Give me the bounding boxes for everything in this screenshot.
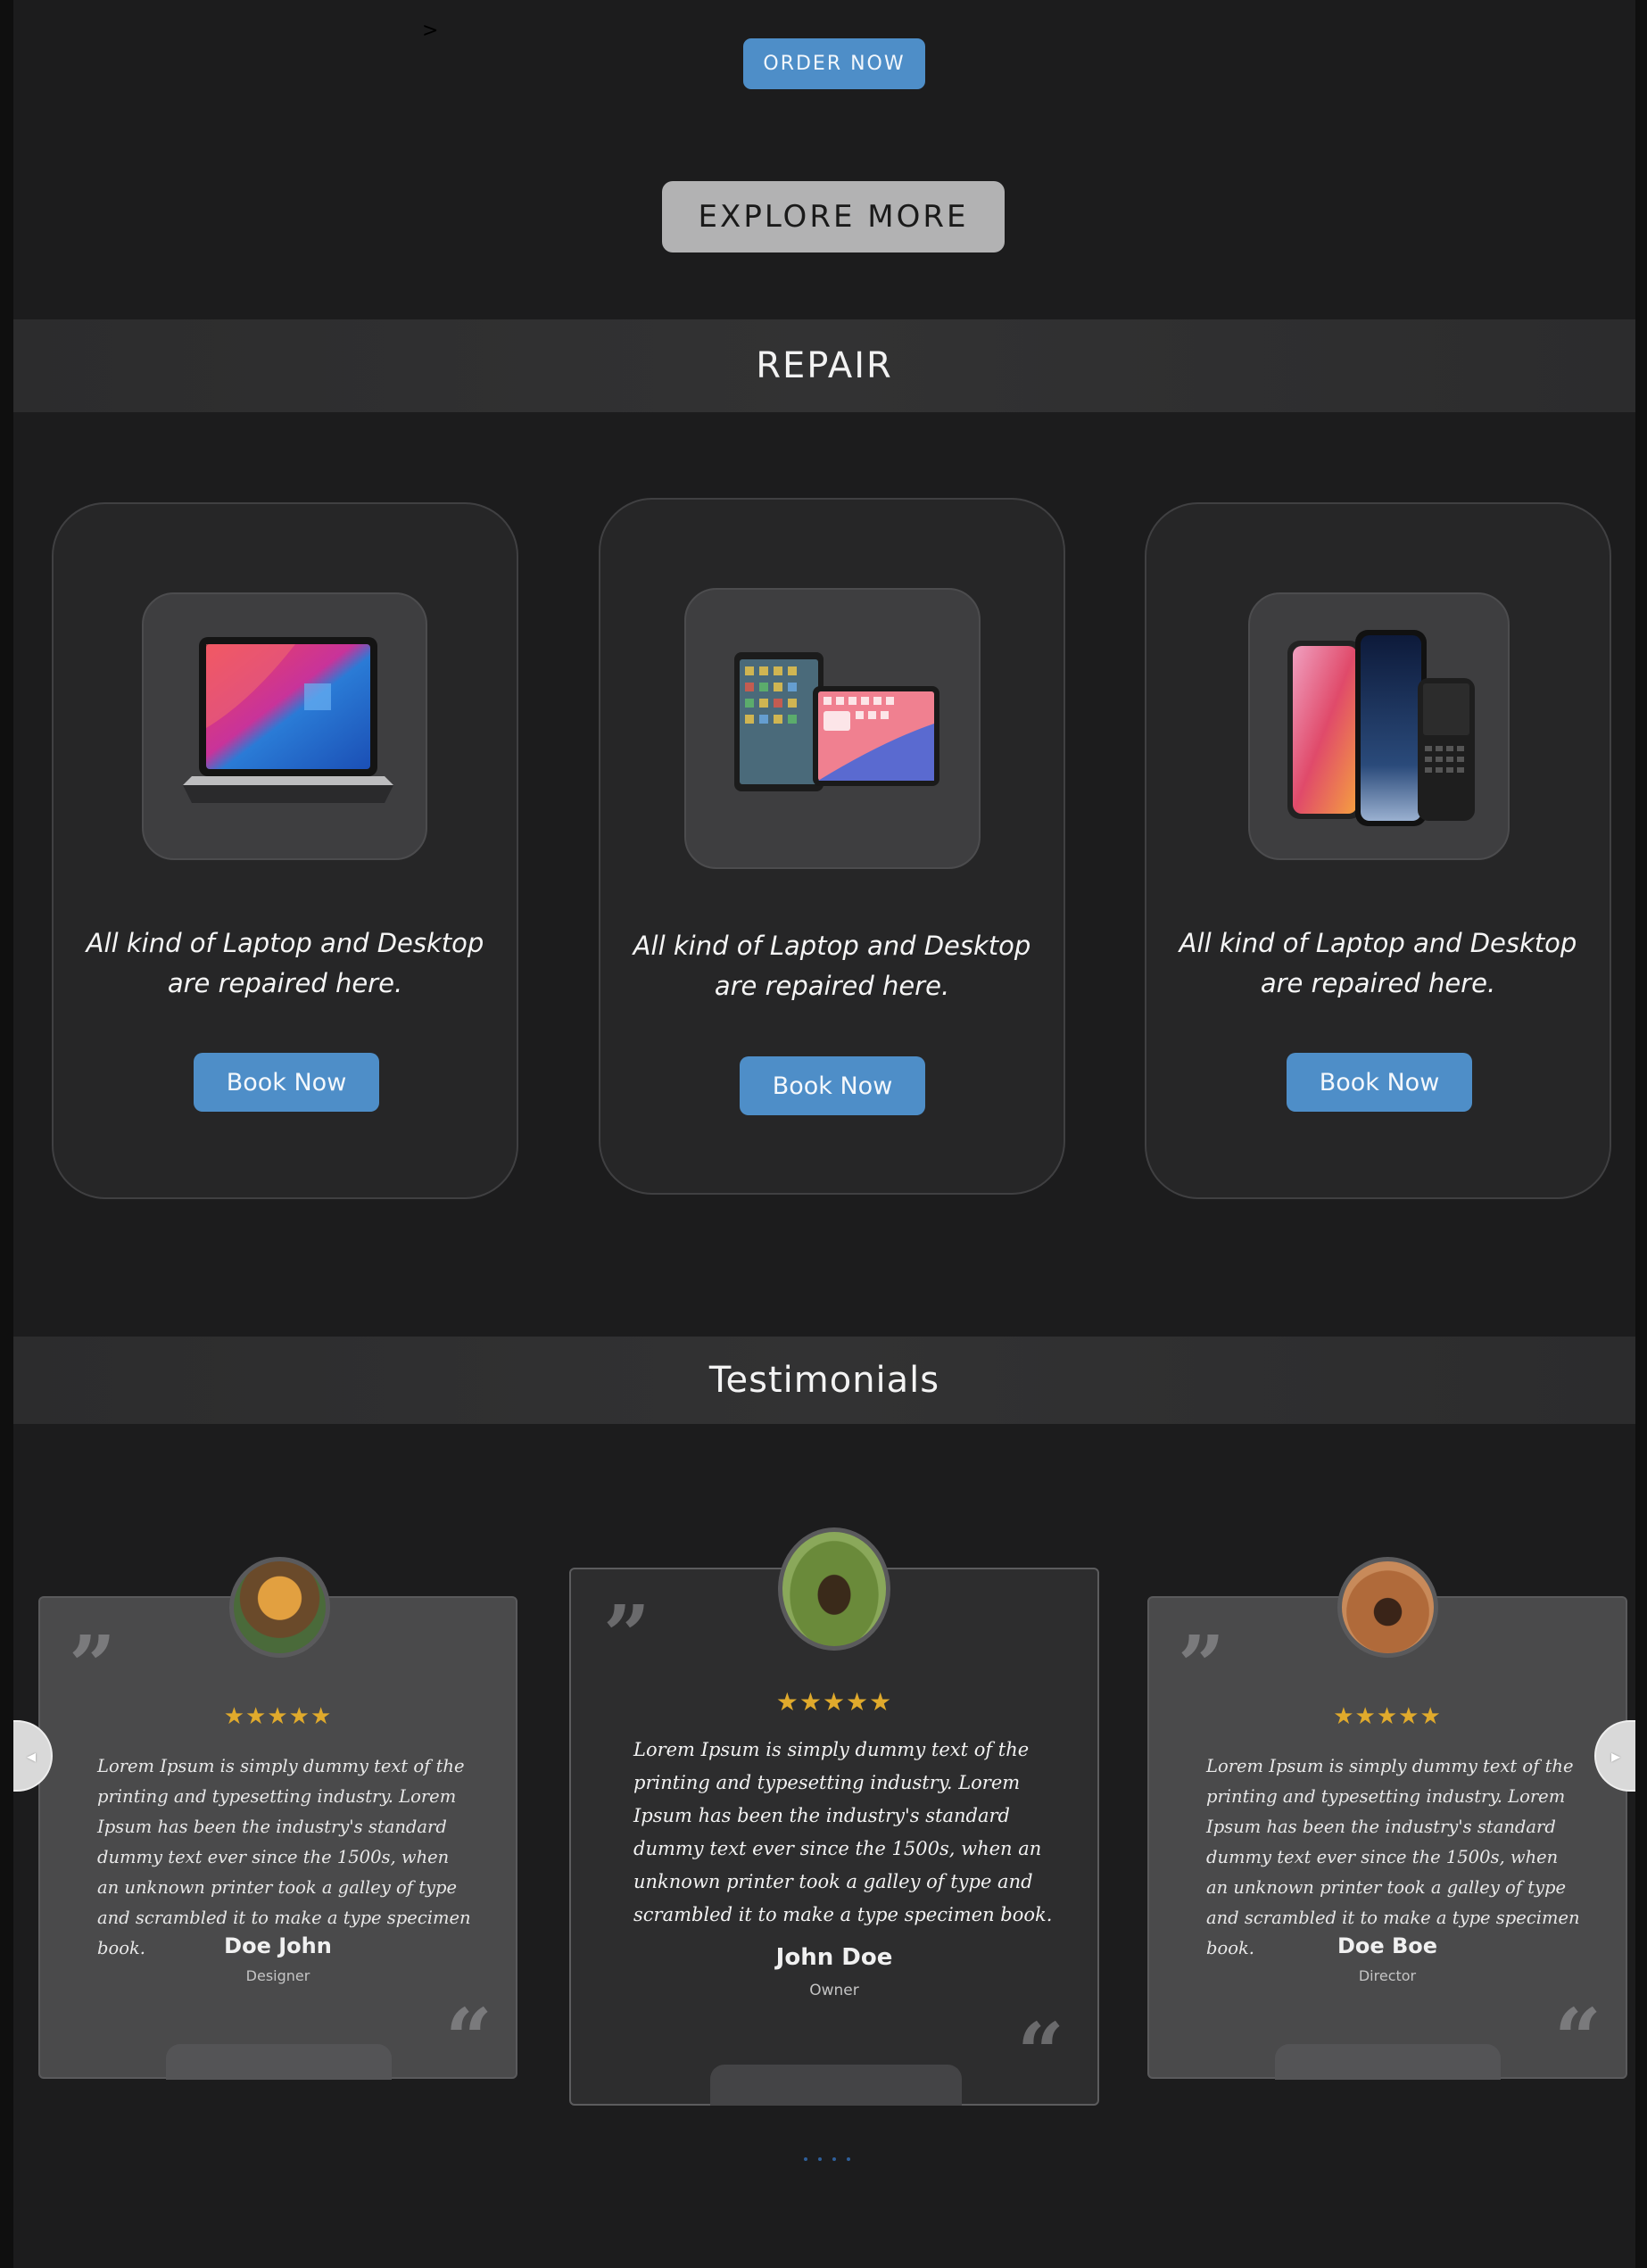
repair-card-description: All kind of Laptop and Desktop are repai…: [1179, 928, 1577, 998]
explore-more-button[interactable]: EXPLORE MORE: [662, 181, 1005, 252]
quote-open-icon: ”: [69, 1618, 116, 1714]
tablet-image: [684, 588, 981, 869]
chevron-left-icon: ◂: [26, 1745, 37, 1767]
card-tab: [1275, 2044, 1501, 2080]
page: > ORDER NOW EXPLORE MORE REPAIR All kind…: [13, 0, 1635, 2268]
card-tab: [710, 2065, 962, 2106]
testimonial-text: Lorem Ipsum is simply dummy text of the …: [633, 1739, 1053, 1925]
repair-card-phones: All kind of Laptop and Desktop are repai…: [1145, 502, 1611, 1199]
order-now-button[interactable]: ORDER NOW: [743, 38, 925, 89]
quote-open-icon: ”: [1178, 1618, 1225, 1714]
chevron-right-icon: ▸: [1610, 1745, 1621, 1767]
testimonial-text: Lorem Ipsum is simply dummy text of the …: [97, 1756, 471, 1958]
testimonials-section-header: Testimonials: [13, 1337, 1635, 1424]
testimonial-card: ” ★★★★★ Lorem Ipsum is simply dummy text…: [38, 1596, 517, 2087]
phones-image: [1248, 592, 1510, 860]
pagination-dot[interactable]: [818, 2157, 822, 2161]
testimonial-name: John Doe: [775, 1944, 893, 1971]
repair-card-description: All kind of Laptop and Desktop are repai…: [633, 931, 1031, 1001]
testimonial-card: ” ★★★★★ Lorem Ipsum is simply dummy text…: [1147, 1596, 1627, 2087]
quote-close-icon: “: [1017, 2005, 1064, 2101]
pagination-dot[interactable]: [804, 2157, 807, 2161]
testimonial-role: Director: [1358, 1967, 1417, 1984]
avatar: [229, 1557, 330, 1658]
carousel-pagination: [804, 2157, 850, 2161]
star-rating: ★★★★★: [223, 1703, 333, 1730]
testimonial-role: Owner: [809, 1982, 859, 1999]
avatar: [778, 1527, 890, 1651]
stray-caret-text: >: [422, 20, 439, 42]
quote-close-icon: “: [1554, 1991, 1601, 2087]
quote-open-icon: ”: [603, 1587, 650, 1684]
book-now-button[interactable]: Book Now: [740, 1056, 925, 1115]
star-rating: ★★★★★: [775, 1687, 893, 1717]
repair-card-tablet: All kind of Laptop and Desktop are repai…: [599, 498, 1065, 1195]
book-now-button[interactable]: Book Now: [194, 1053, 379, 1112]
testimonial-name: Doe John: [224, 1933, 332, 1958]
repair-card-description: All kind of Laptop and Desktop are repai…: [86, 928, 484, 998]
laptop-image: [142, 592, 427, 860]
repair-card-laptop: All kind of Laptop and Desktop are repai…: [52, 502, 518, 1199]
repair-section-title: REPAIR: [756, 345, 893, 386]
testimonial-role: Designer: [245, 1967, 310, 1984]
pagination-dot[interactable]: [832, 2157, 836, 2161]
star-rating: ★★★★★: [1333, 1703, 1442, 1730]
card-tab: [166, 2044, 392, 2080]
repair-section-header: REPAIR: [13, 319, 1635, 412]
quote-close-icon: “: [445, 1991, 492, 2087]
book-now-button[interactable]: Book Now: [1287, 1053, 1472, 1112]
avatar: [1337, 1557, 1438, 1658]
pagination-dot[interactable]: [847, 2157, 850, 2161]
testimonial-name: Doe Boe: [1337, 1933, 1438, 1958]
testimonials-section-title: Testimonials: [708, 1360, 940, 1401]
testimonial-text: Lorem Ipsum is simply dummy text of the …: [1206, 1756, 1580, 1958]
